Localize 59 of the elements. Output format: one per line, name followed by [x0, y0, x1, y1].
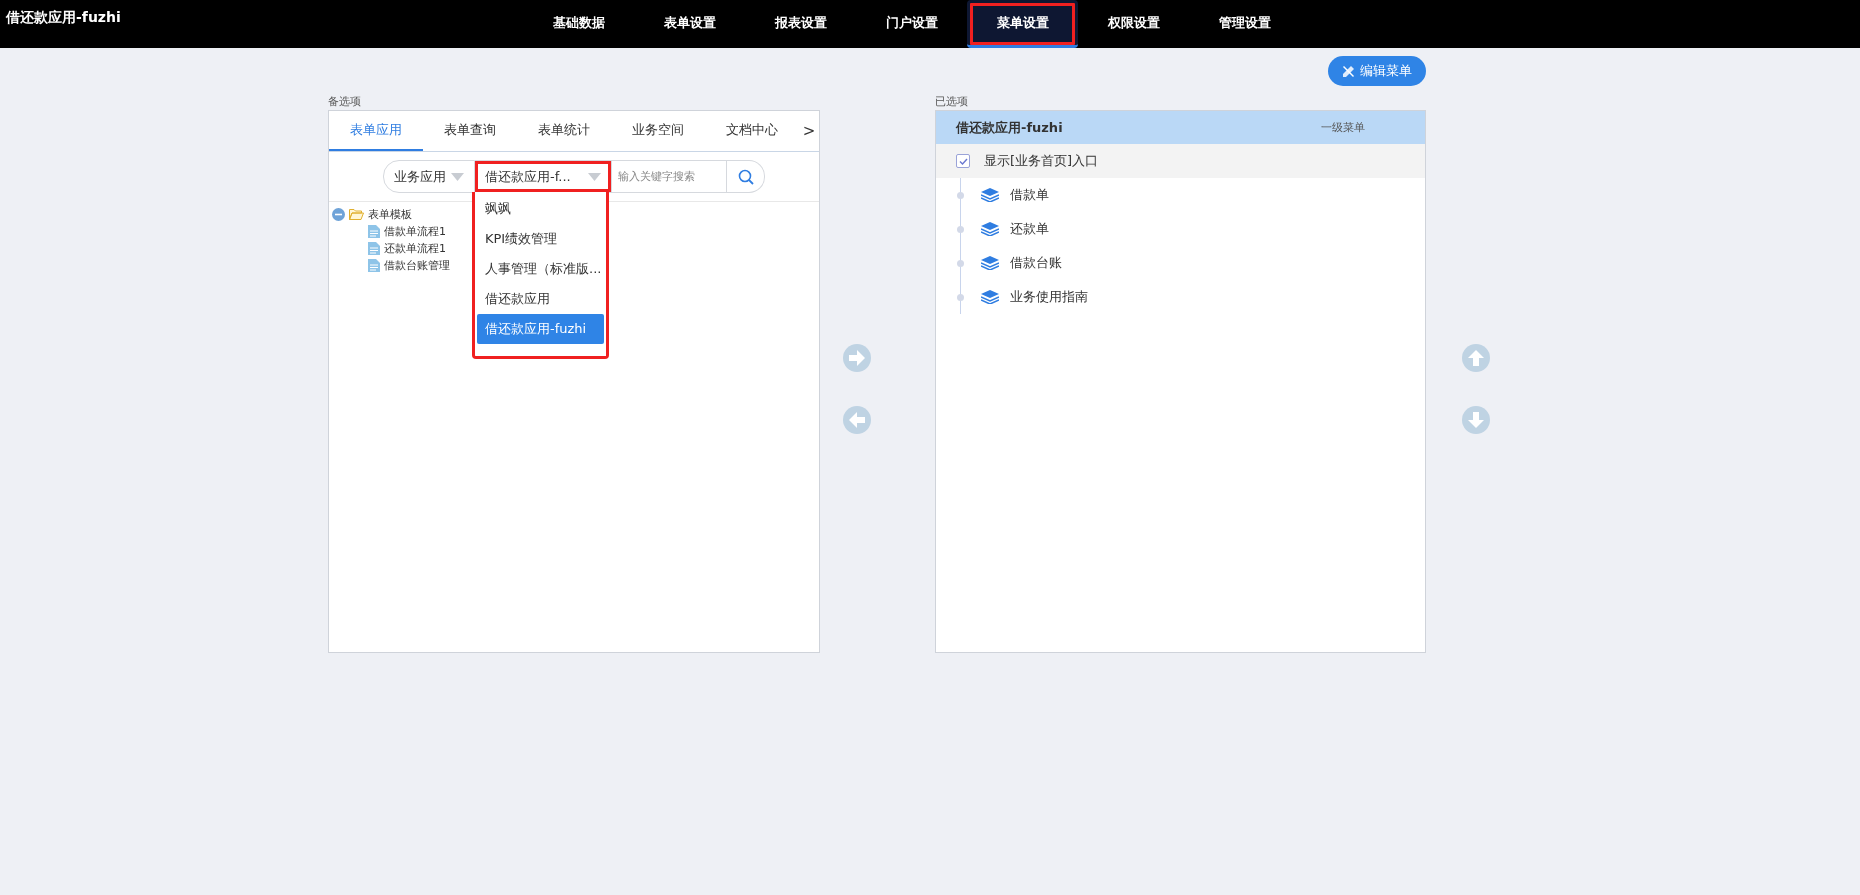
- document-icon: [368, 259, 380, 272]
- panel-tab[interactable]: 表单统计: [517, 111, 611, 151]
- menu-item[interactable]: 借款单: [961, 178, 1425, 212]
- caret-icon: [451, 172, 464, 181]
- document-icon: [368, 242, 380, 255]
- menu-item[interactable]: 还款单: [961, 212, 1425, 246]
- nav-tab[interactable]: 基础数据: [523, 0, 634, 48]
- arrow-icon: [848, 411, 866, 429]
- check-icon: [958, 157, 968, 165]
- checkbox-label: 显示[业务首页]入口: [984, 152, 1099, 170]
- layers-icon: [981, 290, 999, 304]
- search-icon: [737, 168, 754, 185]
- tree-item[interactable]: 还款单流程1: [332, 240, 446, 257]
- move-left-button[interactable]: [843, 406, 871, 434]
- tree-label: 还款单流程1: [384, 241, 446, 256]
- tree-label: 借款台账管理: [384, 258, 450, 273]
- checkbox[interactable]: [956, 154, 970, 168]
- app-title: 借还款应用-fuzhi: [5, 8, 122, 27]
- menu-title: 借还款应用-fuzhi: [956, 118, 1063, 137]
- nav-tab[interactable]: 权限设置: [1078, 0, 1189, 48]
- search-button[interactable]: [727, 160, 765, 193]
- tree-item[interactable]: 借款台账管理: [332, 257, 450, 274]
- nav-tab[interactable]: 表单设置: [634, 0, 745, 48]
- panel-tab[interactable]: 业务空间: [611, 111, 705, 151]
- panel-tab[interactable]: 文档中心: [705, 111, 799, 151]
- folder-icon: [349, 209, 364, 220]
- menu-level-label: 一级菜单: [1321, 120, 1365, 135]
- nav-tab[interactable]: 报表设置: [745, 0, 856, 48]
- dropdown-option[interactable]: 借还款应用-fuzhi: [477, 314, 604, 344]
- search-field[interactable]: 输入关键字搜索: [612, 160, 727, 193]
- select-field[interactable]: 业务应用: [383, 160, 475, 193]
- arrow-icon: [1467, 411, 1485, 429]
- caret-icon: [588, 172, 601, 181]
- panel-label: 备选项: [328, 94, 362, 108]
- panel-tab[interactable]: 表单应用: [329, 111, 423, 151]
- edit-menu-button[interactable]: 编辑菜单: [1328, 56, 1426, 86]
- menu-item[interactable]: 业务使用指南: [961, 280, 1425, 314]
- tree-node[interactable]: 表单模板: [332, 206, 412, 223]
- nav-tab[interactable]: 门户设置: [856, 0, 967, 48]
- panel-label: 已选项: [935, 94, 969, 108]
- tools-icon: [1342, 64, 1355, 78]
- collapse-icon[interactable]: [332, 208, 345, 221]
- tree-label: 表单模板: [368, 207, 412, 222]
- nav-tab[interactable]: 管理设置: [1189, 0, 1300, 48]
- move-right-button[interactable]: [843, 344, 871, 372]
- move-up-button[interactable]: [1462, 344, 1490, 372]
- layers-icon: [981, 256, 999, 270]
- tree-label: 借款单流程1: [384, 224, 446, 239]
- arrow-icon: [1467, 349, 1485, 367]
- menu-item[interactable]: 借款台账: [961, 246, 1425, 280]
- layers-icon: [981, 188, 999, 202]
- arrow-icon: [848, 349, 866, 367]
- document-icon: [368, 225, 380, 238]
- nav-tab[interactable]: 菜单设置: [967, 0, 1078, 48]
- more-tabs-button[interactable]: >: [799, 111, 819, 151]
- panel-tab[interactable]: 表单查询: [423, 111, 517, 151]
- layers-icon: [981, 222, 999, 236]
- move-down-button[interactable]: [1462, 406, 1490, 434]
- tree-item[interactable]: 借款单流程1: [332, 223, 446, 240]
